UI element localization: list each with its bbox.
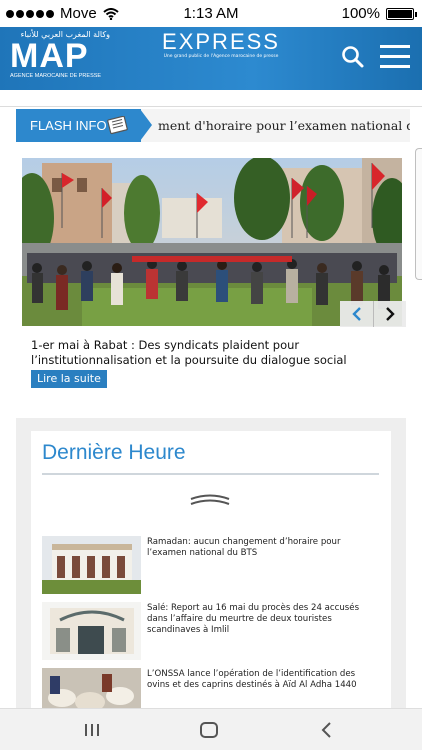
search-icon bbox=[342, 46, 364, 68]
side-scroll-handle[interactable] bbox=[415, 148, 422, 280]
news-title: Ramadan: aucun changement d’horaire pour… bbox=[147, 537, 341, 558]
flash-info-bar[interactable]: ment d'horaire pour l’examen national du… bbox=[16, 109, 410, 142]
map-logo[interactable]: وكالة المغرب العربي للأنباء MAP AGENCE M… bbox=[10, 29, 112, 85]
brand-tagline: Une grand public de l'Agence marocaine d… bbox=[163, 54, 279, 59]
flash-label-text: FLASH INFO bbox=[30, 118, 107, 133]
read-more-button[interactable]: Lire la suite bbox=[31, 370, 107, 388]
search-button[interactable] bbox=[340, 44, 366, 70]
app-header: وكالة المغرب العربي للأنباء MAP AGENCE M… bbox=[0, 27, 422, 90]
news-thumbnail bbox=[42, 536, 141, 594]
back-icon[interactable] bbox=[319, 721, 333, 739]
system-navigation-bar bbox=[0, 708, 422, 750]
flash-ticker-text[interactable]: ment d'horaire pour l’examen national du… bbox=[158, 109, 410, 142]
menu-line bbox=[380, 55, 410, 58]
express-brand: EXPRESS Une grand public de l'Agence mar… bbox=[156, 30, 286, 60]
menu-line bbox=[380, 65, 410, 68]
flash-label-arrow bbox=[140, 109, 152, 141]
chevron-left-icon bbox=[351, 307, 361, 321]
brand-title: EXPRESS bbox=[162, 29, 280, 54]
menu-line bbox=[380, 45, 410, 48]
app-screen: Move 1:13 AM 100% وكالة المغرب العربي لل… bbox=[0, 0, 422, 750]
home-icon[interactable] bbox=[199, 721, 219, 739]
slider-controls bbox=[340, 301, 406, 327]
featured-headline[interactable]: 1-er mai à Rabat : Des syndicats plaiden… bbox=[31, 338, 381, 368]
collapse-icon[interactable] bbox=[189, 491, 231, 507]
logo-subtitle: AGENCE MAROCAINE DE PRESSE bbox=[10, 73, 102, 79]
news-title: Salé: Report au 16 mai du procès des 24 … bbox=[147, 603, 360, 635]
logo-main-text: MAP bbox=[10, 37, 89, 75]
previous-slide-button[interactable] bbox=[340, 301, 373, 327]
divider bbox=[0, 106, 422, 107]
news-item[interactable]: Ramadan: aucun changement d’horaire pour… bbox=[42, 536, 379, 594]
latest-news-title: Dernière Heure bbox=[42, 441, 186, 464]
next-slide-button[interactable] bbox=[373, 301, 406, 327]
news-title: L’ONSSA lance l’opération de l’identific… bbox=[147, 669, 357, 690]
battery-icon bbox=[386, 7, 417, 20]
title-underline bbox=[42, 473, 379, 475]
battery-percent: 100% bbox=[341, 5, 380, 22]
recent-apps-icon[interactable] bbox=[83, 721, 101, 739]
hamburger-menu-button[interactable] bbox=[380, 45, 410, 69]
newspaper-icon bbox=[107, 116, 128, 135]
latest-news-card: Dernière Heure Ramadan: aucun changement… bbox=[31, 431, 391, 726]
chevron-right-icon bbox=[386, 307, 395, 321]
news-item[interactable]: Salé: Report au 16 mai du procès des 24 … bbox=[42, 602, 379, 660]
latest-news-section: Dernière Heure Ramadan: aucun changement… bbox=[16, 418, 406, 726]
status-bar: Move 1:13 AM 100% bbox=[0, 0, 422, 27]
news-thumbnail bbox=[42, 602, 141, 660]
